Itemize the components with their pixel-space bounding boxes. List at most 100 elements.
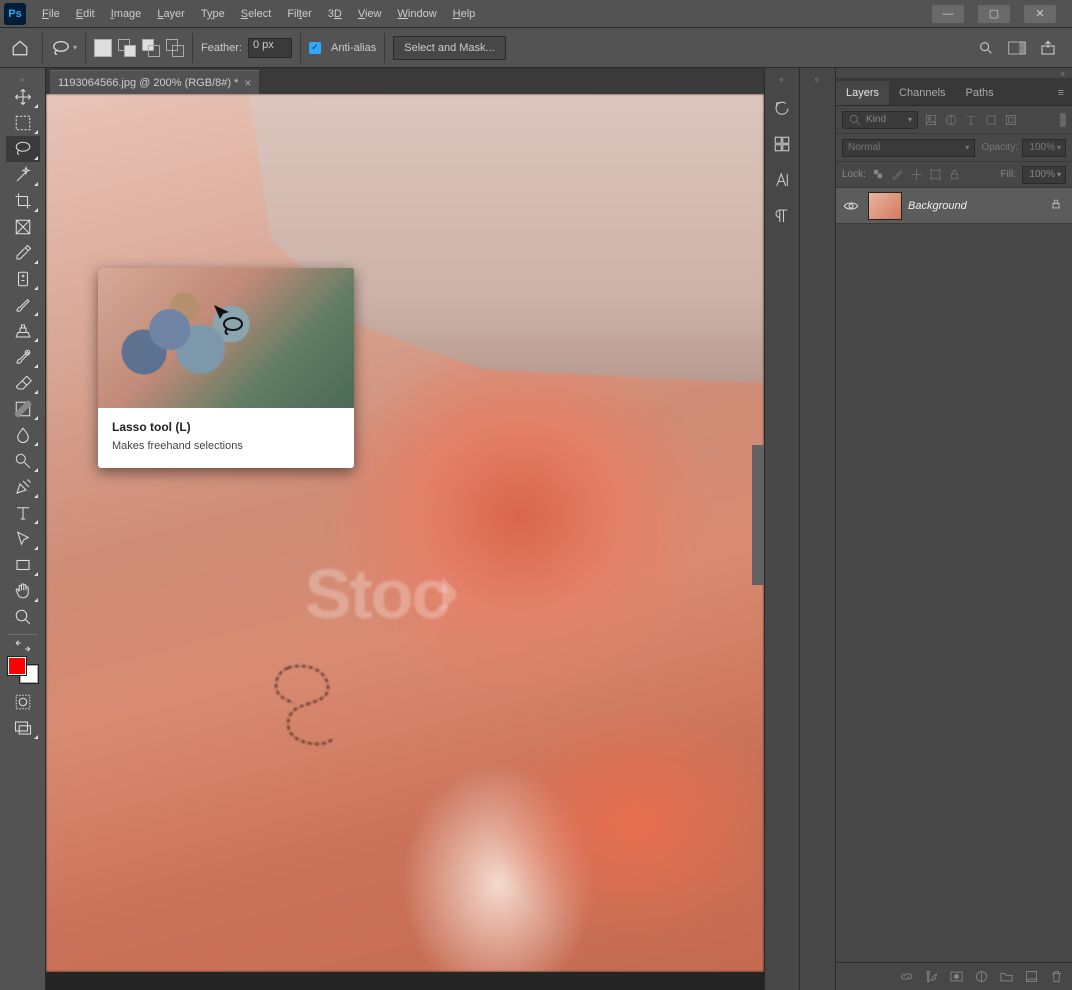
menu-3d[interactable]: 3D <box>320 4 350 24</box>
feather-input[interactable]: 0 px <box>248 38 292 58</box>
rectangle-tool[interactable] <box>6 552 40 578</box>
menu-file[interactable]: File <box>34 4 68 24</box>
lock-pixels-icon[interactable] <box>891 168 904 181</box>
link-layers-icon[interactable] <box>899 969 914 984</box>
mode-new-icon[interactable] <box>94 39 112 57</box>
dock1-grip[interactable]: « <box>765 74 799 84</box>
menu-image[interactable]: Image <box>103 4 150 24</box>
home-button[interactable] <box>8 36 32 60</box>
filter-smart-icon[interactable] <box>1004 113 1018 127</box>
marquee-tool[interactable] <box>6 110 40 136</box>
vertical-scrollbar-thumb[interactable] <box>752 445 764 585</box>
panels-grip[interactable]: » <box>836 68 1072 78</box>
search-icon[interactable] <box>978 40 994 56</box>
maximize-button[interactable]: ▢ <box>978 5 1010 23</box>
layer-row-background[interactable]: Background <box>836 188 1072 224</box>
menu-select[interactable]: Select <box>233 4 280 24</box>
mode-subtract-icon[interactable] <box>142 39 160 57</box>
lock-artboard-icon[interactable] <box>929 168 942 181</box>
lock-position-icon[interactable] <box>910 168 923 181</box>
menu-filter[interactable]: Filter <box>279 4 319 24</box>
layer-style-icon[interactable] <box>924 969 939 984</box>
character-panel-icon[interactable] <box>770 168 794 192</box>
document-tab[interactable]: 1193064566.jpg @ 200% (RGB/8#) * × <box>50 70 259 94</box>
select-and-mask-button[interactable]: Select and Mask... <box>393 36 506 60</box>
menu-view[interactable]: View <box>350 4 390 24</box>
tools-collapse-grip[interactable]: » <box>0 74 45 84</box>
menu-window[interactable]: Window <box>390 4 445 24</box>
dodge-tool[interactable] <box>6 448 40 474</box>
move-tool[interactable] <box>6 84 40 110</box>
antialias-checkbox[interactable]: ✓ <box>309 42 321 54</box>
workspace: » 1193064566.jpg @ 20 <box>0 68 1072 990</box>
magic-wand-tool[interactable] <box>6 162 40 188</box>
tab-paths[interactable]: Paths <box>956 81 1004 105</box>
lasso-tool[interactable] <box>6 136 40 162</box>
lasso-tool-indicator[interactable]: ▾ <box>51 40 77 56</box>
mode-intersect-icon[interactable] <box>166 39 184 57</box>
brush-tool[interactable] <box>6 292 40 318</box>
gradient-tool[interactable] <box>6 396 40 422</box>
menu-edit[interactable]: Edit <box>68 4 103 24</box>
swap-colors-icon[interactable] <box>6 639 40 653</box>
panel-menu-icon[interactable]: ≡ <box>1050 81 1072 105</box>
hand-tool[interactable] <box>6 578 40 604</box>
filter-shape-icon[interactable] <box>984 113 998 127</box>
healing-brush-tool[interactable] <box>6 266 40 292</box>
layer-lock-icon[interactable] <box>1050 197 1062 214</box>
properties-panel-icon[interactable] <box>770 132 794 156</box>
filter-toggle[interactable] <box>1060 113 1066 127</box>
path-selection-tool[interactable] <box>6 526 40 552</box>
foreground-color-swatch[interactable] <box>8 657 26 675</box>
zoom-tool[interactable] <box>6 604 40 630</box>
fill-input[interactable]: 100%▾ <box>1022 166 1066 184</box>
window-controls: — ▢ ✕ <box>932 5 1068 23</box>
new-layer-icon[interactable] <box>1024 969 1039 984</box>
quick-mask-tool[interactable] <box>6 689 40 715</box>
layer-name[interactable]: Background <box>908 200 967 212</box>
menu-help[interactable]: Help <box>445 4 484 24</box>
lock-row: Lock: Fill: 100%▾ <box>836 162 1072 188</box>
dock2-grip[interactable]: « <box>800 74 835 84</box>
canvas[interactable]: Stoc <box>46 94 764 972</box>
type-tool[interactable] <box>6 500 40 526</box>
close-button[interactable]: ✕ <box>1024 5 1056 23</box>
tab-layers[interactable]: Layers <box>836 81 889 105</box>
share-icon[interactable] <box>1040 40 1056 56</box>
lock-all-icon[interactable] <box>948 168 961 181</box>
mode-add-icon[interactable] <box>118 39 136 57</box>
layer-mask-icon[interactable] <box>949 969 964 984</box>
clone-stamp-tool[interactable] <box>6 318 40 344</box>
filter-type-icon[interactable] <box>964 113 978 127</box>
document-tab-bar: 1193064566.jpg @ 200% (RGB/8#) * × <box>46 68 764 94</box>
pen-tool[interactable] <box>6 474 40 500</box>
eraser-tool[interactable] <box>6 370 40 396</box>
blur-tool[interactable] <box>6 422 40 448</box>
crop-tool[interactable] <box>6 188 40 214</box>
tab-channels[interactable]: Channels <box>889 81 955 105</box>
opacity-input[interactable]: 100%▾ <box>1022 139 1066 157</box>
collapsed-dock-2: « <box>800 68 836 990</box>
minimize-button[interactable]: — <box>932 5 964 23</box>
screen-mode-tool[interactable] <box>6 715 40 741</box>
paragraph-panel-icon[interactable] <box>770 204 794 228</box>
layer-visibility-icon[interactable] <box>840 200 862 212</box>
adjustment-layer-icon[interactable] <box>974 969 989 984</box>
filter-pixel-icon[interactable] <box>924 113 938 127</box>
blend-mode-select[interactable]: Normal▾ <box>842 139 975 157</box>
eyedropper-tool[interactable] <box>6 240 40 266</box>
delete-layer-icon[interactable] <box>1049 969 1064 984</box>
color-swatches[interactable] <box>8 657 38 683</box>
filter-adjust-icon[interactable] <box>944 113 958 127</box>
group-layers-icon[interactable] <box>999 969 1014 984</box>
close-tab-icon[interactable]: × <box>244 76 251 90</box>
frame-tool[interactable] <box>6 214 40 240</box>
filter-kind-select[interactable]: Kind▾ <box>842 111 918 129</box>
menu-layer[interactable]: Layer <box>149 4 193 24</box>
menu-type[interactable]: Type <box>193 4 233 24</box>
layer-thumbnail[interactable] <box>868 192 902 220</box>
history-panel-icon[interactable] <box>770 96 794 120</box>
workspace-switcher-icon[interactable] <box>1008 41 1026 55</box>
history-brush-tool[interactable] <box>6 344 40 370</box>
lock-transparency-icon[interactable] <box>872 168 885 181</box>
